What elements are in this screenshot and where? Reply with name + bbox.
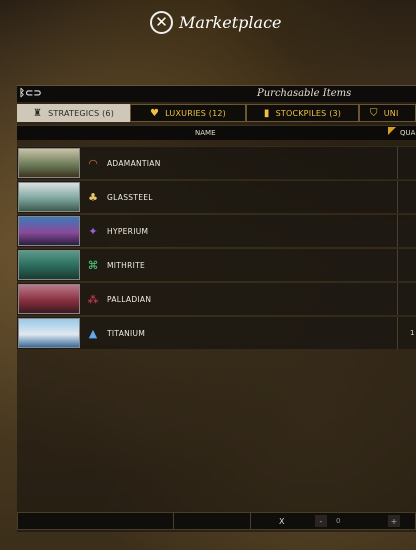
resource-thumbnail — [18, 284, 80, 314]
column-header: NAME QUA — [17, 125, 416, 140]
resource-thumbnail — [18, 250, 80, 280]
tab-uniques[interactable]: ⛉ UNI — [359, 104, 416, 122]
luxuries-icon: ♥ — [149, 107, 160, 119]
tab-luxuries[interactable]: ♥ LUXURIES (12) — [130, 104, 246, 122]
hyperium-icon: ✦ — [88, 224, 98, 238]
adamantian-icon: ◠ — [88, 156, 98, 170]
quantity-input[interactable]: 0 — [336, 517, 340, 525]
row-divider — [397, 147, 398, 179]
increase-quantity-button[interactable]: + — [388, 515, 400, 527]
glassteel-icon: ♣ — [88, 190, 98, 204]
resource-row-mithrite[interactable]: ⌘ MITHRITE — [17, 248, 416, 281]
tab-label: UNI — [383, 108, 399, 118]
row-divider — [397, 317, 398, 349]
window-title-bar: ✕ Marketplace — [150, 9, 282, 35]
resource-thumbnail — [18, 148, 80, 178]
row-divider — [397, 249, 398, 281]
resource-quantity: 1 — [410, 329, 415, 337]
resource-name: ADAMANTIAN — [107, 158, 161, 168]
resource-row-hyperium[interactable]: ✦ HYPERIUM — [17, 214, 416, 247]
row-divider — [397, 215, 398, 247]
resource-name: HYPERIUM — [107, 226, 149, 236]
palladian-icon: ⁂ — [87, 292, 99, 306]
category-tabs: ♜ STRATEGICS (6) ♥ LUXURIES (12) ▮ STOCK… — [17, 104, 416, 122]
tab-label: STOCKPILES (3) — [275, 108, 342, 118]
faction-emblem-icon: ᛒ⊂⊃ — [19, 88, 42, 99]
resource-name: GLASSTEEL — [107, 192, 153, 202]
resource-row-adamantian[interactable]: ◠ ADAMANTIAN — [17, 146, 416, 179]
marketplace-panel: ᛒ⊂⊃ Purchasable Items ♜ STRATEGICS (6) ♥… — [17, 85, 416, 532]
row-divider — [397, 283, 398, 315]
decrease-quantity-button[interactable]: - — [315, 515, 327, 527]
uniques-icon: ⛉ — [370, 107, 378, 119]
strategics-icon: ♜ — [32, 107, 43, 119]
resource-row-palladian[interactable]: ⁂ PALLADIAN — [17, 282, 416, 315]
close-icon[interactable]: ✕ — [150, 10, 173, 34]
window-title: Marketplace — [179, 12, 282, 32]
panel-header: ᛒ⊂⊃ Purchasable Items — [17, 86, 416, 102]
panel-title: Purchasable Items — [257, 88, 352, 99]
resource-thumbnail — [18, 182, 80, 212]
resource-name: PALLADIAN — [107, 294, 152, 304]
tab-label: LUXURIES (12) — [165, 108, 227, 118]
tab-strategics[interactable]: ♜ STRATEGICS (6) — [17, 104, 130, 122]
resource-name: TITANIUM — [107, 328, 146, 338]
quantity-column-header[interactable]: QUA — [400, 129, 415, 137]
name-column-header[interactable]: NAME — [195, 129, 216, 137]
resource-list: ◠ ADAMANTIAN ♣ GLASSTEEL ✦ HYPERIUM ⌘ MITHRITE ⁂… — [17, 146, 416, 349]
sort-indicator-icon[interactable] — [388, 127, 396, 135]
resource-name: MITHRITE — [107, 260, 146, 270]
mithrite-icon: ⌘ — [87, 258, 99, 272]
footer-divider — [250, 513, 251, 529]
tab-label: STRATEGICS (6) — [48, 108, 115, 118]
stockpiles-icon: ▮ — [263, 107, 270, 119]
row-divider — [397, 181, 398, 213]
resource-row-glassteel[interactable]: ♣ GLASSTEEL — [17, 180, 416, 213]
purchase-footer: X - 0 + — [17, 512, 416, 530]
resource-thumbnail — [18, 216, 80, 246]
resource-row-titanium[interactable]: ▲ TITANIUM 1 — [17, 316, 416, 349]
multiplier-label: X — [279, 516, 285, 526]
resource-thumbnail — [18, 318, 80, 348]
tab-stockpiles[interactable]: ▮ STOCKPILES (3) — [246, 104, 359, 122]
footer-divider — [173, 513, 174, 529]
titanium-icon: ▲ — [88, 326, 98, 340]
